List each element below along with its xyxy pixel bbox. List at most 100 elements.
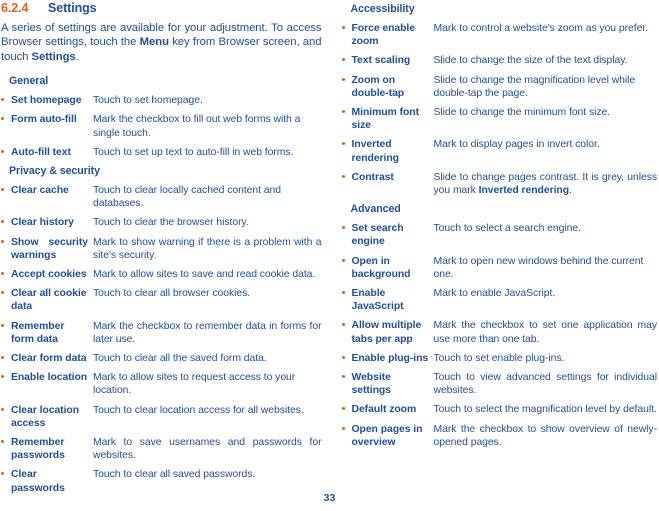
intro-bold-menu: Menu	[139, 36, 169, 49]
list-item: Set search engine Touch to select a sear…	[341, 222, 658, 248]
setting-description: Touch to set up text to auto-fill in web…	[93, 146, 294, 158]
bullet-icon	[341, 423, 352, 436]
setting-description: Touch to select a search engine.	[433, 223, 581, 235]
list-item: Clear cache Touch to clear locally cache…	[1, 184, 322, 210]
list-item: Clear form data Touch to clear all the s…	[1, 352, 322, 365]
bullet-icon	[1, 113, 11, 126]
bullet-icon	[341, 371, 352, 384]
desc-bold-inverted-rendering: Inverted rendering	[478, 185, 569, 197]
bullet-icon	[1, 216, 11, 229]
setting-term: Clear location access	[11, 404, 80, 429]
section-number: 6.2.4	[1, 1, 29, 15]
setting-term: Clear passwords	[11, 469, 65, 494]
bullet-icon	[1, 320, 11, 333]
setting-description: Touch to clear the browser history.	[93, 217, 249, 229]
setting-term: Clear form data	[11, 353, 87, 365]
setting-description: Touch to view advanced settings for indi…	[433, 372, 658, 397]
list-item: Open in background Mark to open new wind…	[341, 255, 658, 281]
bullet-icon	[1, 404, 11, 417]
setting-term: Zoom on double-tap	[351, 74, 405, 99]
setting-description: Slide to change the size of the text dis…	[433, 55, 628, 67]
setting-description: Touch to clear all the saved form data.	[93, 353, 267, 365]
setting-term: Force enable zoom	[351, 23, 416, 48]
setting-term: Default zoom	[351, 404, 417, 416]
desc-part2: .	[569, 185, 572, 197]
bullet-icon	[1, 287, 11, 300]
setting-term: Open pages in overview	[351, 423, 423, 448]
setting-term: Text scaling	[351, 55, 411, 67]
setting-term: Enable plug-ins	[351, 352, 429, 364]
section-heading-accessibility: Accessibility	[350, 3, 415, 15]
setting-term: Enable location	[11, 372, 88, 384]
setting-description: Mark the checkbox to show overview of ne…	[433, 423, 658, 448]
list-item: Show security warnings Mark to show warn…	[1, 236, 322, 262]
bullet-icon	[341, 106, 352, 119]
setting-term: Inverted rendering	[351, 139, 400, 164]
bullet-icon	[1, 371, 11, 384]
setting-term: Set homepage	[11, 95, 82, 107]
setting-term: Clear all cookie data	[11, 288, 87, 313]
list-item: Remember passwords Mark to save username…	[1, 436, 322, 462]
setting-term: Auto-fill text	[11, 146, 71, 158]
setting-description: Mark the checkbox to set one application…	[433, 320, 658, 345]
bullet-icon	[341, 287, 352, 300]
section-title: Settings	[48, 1, 97, 15]
bullet-icon	[341, 171, 352, 184]
list-item: Accept cookies Mark to allow sites to sa…	[1, 268, 322, 281]
setting-term: Remember form data	[11, 320, 65, 345]
setting-term: Minimum font size	[351, 107, 420, 132]
bullet-icon	[341, 255, 352, 268]
bullet-icon	[1, 352, 11, 365]
intro-paragraph: A series of settings are available for y…	[1, 21, 322, 64]
setting-description: Mark to display pages in invert color.	[433, 139, 600, 151]
setting-description: Touch to set homepage.	[93, 95, 203, 107]
list-item: Set homepage Touch to set homepage.	[1, 94, 322, 107]
setting-description: Mark to open new windows behind the curr…	[433, 255, 644, 280]
setting-description: Mark the checkbox to remember data in fo…	[93, 320, 322, 345]
list-item: Clear all cookie data Touch to clear all…	[1, 287, 322, 313]
list-item: Remember form data Mark the checkbox to …	[1, 320, 322, 346]
list-item: Default zoom Touch to select the magnifi…	[341, 403, 658, 416]
setting-term: Set search engine	[351, 223, 404, 248]
setting-description: Mark to enable JavaScript.	[433, 288, 556, 300]
list-item: Minimum font size Slide to change the mi…	[341, 106, 658, 132]
setting-description: Mark to allow sites to save and read coo…	[93, 269, 316, 281]
setting-term: Enable JavaScript	[351, 288, 404, 313]
page-title: 6.2.4 Settings	[1, 1, 322, 16]
list-item: Inverted rendering Mark to display pages…	[341, 138, 658, 164]
intro-text-part3: .	[75, 50, 79, 63]
list-item: Zoom on double-tap Slide to change the m…	[341, 74, 658, 100]
bullet-icon	[341, 403, 352, 416]
section-heading-advanced: Advanced	[350, 203, 401, 216]
bullet-icon	[1, 184, 11, 197]
setting-term: Website settings	[351, 372, 392, 397]
list-item: Allow multiple tabs per app Mark the che…	[341, 319, 658, 345]
list-item: Clear location access Touch to clear loc…	[1, 404, 322, 430]
bullet-icon	[341, 74, 352, 87]
setting-description: Touch to clear all browser cookies.	[93, 288, 251, 300]
list-item: Force enable zoom Mark to control a webs…	[341, 22, 658, 48]
setting-term: Accept cookies	[11, 269, 87, 281]
list-item: Clear passwords Touch to clear all saved…	[1, 468, 322, 494]
list-item: Enable plug-ins Touch to set enable plug…	[341, 352, 658, 365]
setting-term: Contrast	[351, 171, 394, 183]
setting-description: Slide to change the magnification level …	[433, 74, 636, 99]
bullet-icon	[341, 352, 352, 365]
setting-description: Mark the checkbox to fill out web forms …	[93, 114, 301, 139]
setting-term: Show security warnings	[11, 236, 88, 261]
setting-description: Slide to change pages contrast. It is gr…	[434, 171, 658, 197]
setting-term: Clear cache	[11, 185, 69, 197]
list-item: Clear history Touch to clear the browser…	[1, 216, 322, 229]
list-item: Auto-fill text Touch to set up text to a…	[1, 146, 322, 159]
intro-bold-settings: Settings	[31, 50, 76, 63]
page-number: 33	[323, 492, 336, 504]
setting-description: Mark to save usernames and passwords for…	[93, 437, 322, 462]
setting-term: Remember passwords	[11, 437, 65, 462]
bullet-icon	[341, 222, 352, 235]
list-item: Contrast Slide to change pages contrast.…	[341, 171, 658, 197]
left-column: 6.2.4 Settings A series of settings are …	[0, 0, 330, 494]
list-item: Open pages in overview Mark the checkbox…	[341, 423, 658, 449]
bullet-icon	[341, 54, 352, 67]
setting-description: Touch to clear all saved passwords.	[93, 469, 256, 481]
setting-description: Touch to clear locally cached content an…	[93, 185, 281, 210]
